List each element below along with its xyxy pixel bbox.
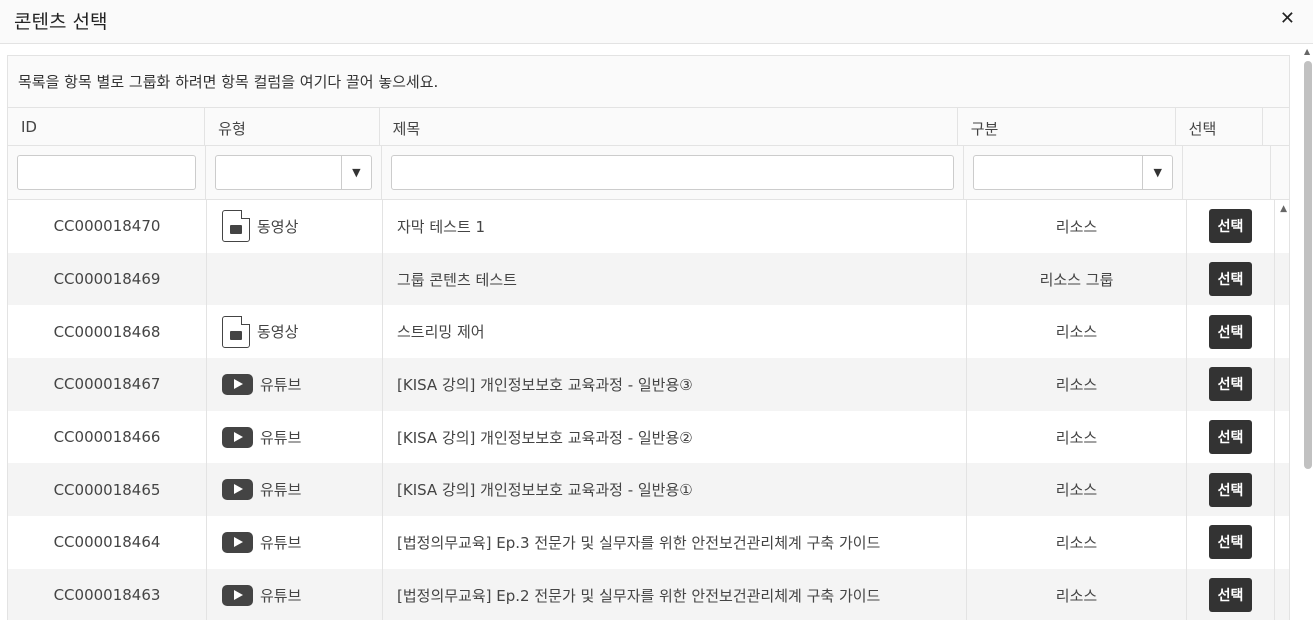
- chevron-down-icon[interactable]: ▼: [1142, 156, 1172, 189]
- dialog-header: 콘텐츠 선택 ✕: [0, 0, 1313, 44]
- select-button[interactable]: 선택: [1208, 262, 1253, 297]
- cell-id: CC000018466: [8, 410, 207, 464]
- column-header-select[interactable]: 선택: [1176, 108, 1263, 145]
- select-button[interactable]: 선택: [1208, 472, 1253, 507]
- youtube-icon: [222, 479, 253, 501]
- group-by-panel[interactable]: 목록을 항목 별로 그룹화 하려면 항목 컬럼을 여기다 끌어 놓으세요.: [8, 56, 1289, 108]
- cell-title: 그룹 콘텐츠 테스트: [383, 252, 967, 306]
- grid-filter-row: ▼ ▼: [8, 146, 1289, 200]
- type-label: 동영상: [257, 217, 299, 236]
- column-header-category[interactable]: 구분: [958, 108, 1176, 145]
- cell-id: CC000018463: [8, 568, 207, 620]
- cell-select: 선택: [1187, 516, 1275, 569]
- header-spacer: [1263, 108, 1289, 145]
- cell-type: 유튜브: [207, 516, 383, 569]
- select-button[interactable]: 선택: [1208, 578, 1253, 613]
- cell-type: 유튜브: [207, 410, 383, 464]
- type-label: 동영상: [257, 323, 299, 342]
- cell-title: [KISA 강의] 개인정보보호 교육과정 - 일반용①: [383, 463, 967, 517]
- video-file-icon: [222, 210, 250, 243]
- cell-select: 선택: [1187, 568, 1275, 620]
- id-filter-input[interactable]: [17, 155, 197, 190]
- cell-type: 유튜브: [207, 568, 383, 620]
- table-row[interactable]: CC000018464 유튜브 [법정의무교육] Ep.3 전문가 및 실무자를 위…: [8, 516, 1289, 569]
- cell-category: 리소스: [967, 516, 1187, 569]
- type-label: 유튜브: [260, 586, 302, 605]
- column-header-id[interactable]: ID: [8, 108, 206, 145]
- cell-id: CC000018467: [8, 358, 207, 411]
- table-row[interactable]: CC000018467 유튜브 [KISA 강의] 개인정보보호 교육과정 - 일반…: [8, 358, 1289, 411]
- cell-title: 자막 테스트 1: [383, 200, 967, 253]
- cell-category: 리소스 그룹: [967, 252, 1187, 306]
- scroll-up-arrow-icon[interactable]: ▲: [1304, 47, 1310, 56]
- page-scrollbar[interactable]: ▲: [1302, 45, 1313, 620]
- cell-id: CC000018468: [8, 305, 207, 359]
- select-button[interactable]: 선택: [1208, 209, 1253, 244]
- table-row[interactable]: CC000018465 유튜브 [KISA 강의] 개인정보보호 교육과정 - 일반…: [8, 463, 1289, 517]
- cell-id: CC000018469: [8, 252, 207, 306]
- select-button[interactable]: 선택: [1208, 367, 1253, 402]
- title-filter-input[interactable]: [390, 155, 954, 190]
- table-row[interactable]: CC000018463 유튜브 [법정의무교육] Ep.2 전문가 및 실무자를 위…: [8, 568, 1289, 620]
- cell-title: [법정의무교육] Ep.3 전문가 및 실무자를 위한 안전보건관리체계 구축 …: [383, 516, 967, 569]
- cell-type: [207, 252, 383, 306]
- cell-select: 선택: [1187, 200, 1275, 253]
- cell-category: 리소스: [967, 200, 1187, 253]
- table-row[interactable]: CC000018466 유튜브 [KISA 강의] 개인정보보호 교육과정 - 일반…: [8, 410, 1289, 464]
- type-label: 유튜브: [260, 375, 302, 394]
- select-button[interactable]: 선택: [1208, 525, 1253, 560]
- column-header-type[interactable]: 유형: [205, 108, 380, 145]
- cell-category: 리소스: [967, 410, 1187, 464]
- cell-id: CC000018464: [8, 516, 207, 569]
- select-button[interactable]: 선택: [1208, 314, 1253, 349]
- grid-header-row: ID 유형 제목 구분 선택: [8, 108, 1289, 146]
- cell-select: 선택: [1187, 463, 1275, 517]
- cell-category: 리소스: [967, 305, 1187, 359]
- cell-select: 선택: [1187, 410, 1275, 464]
- cell-title: 스트리밍 제어: [383, 305, 967, 359]
- content-grid: 목록을 항목 별로 그룹화 하려면 항목 컬럼을 여기다 끌어 놓으세요. ID…: [7, 55, 1290, 620]
- cell-title: [법정의무교육] Ep.2 전문가 및 실무자를 위한 안전보건관리체계 구축 …: [383, 568, 967, 620]
- cell-type: 동영상: [207, 200, 383, 253]
- type-label: 유튜브: [260, 428, 302, 447]
- type-label: 유튜브: [260, 481, 302, 500]
- table-row[interactable]: CC000018470 동영상 자막 테스트 1 리소스 선택: [8, 200, 1289, 253]
- cell-type: 동영상: [207, 305, 383, 359]
- type-label: 유튜브: [260, 533, 302, 552]
- cell-category: 리소스: [967, 463, 1187, 517]
- table-row[interactable]: CC000018468 동영상 스트리밍 제어 리소스 선택: [8, 305, 1289, 359]
- grid-body: ▲ CC000018470 동영상 자막 테스트 1 리소스 선택 CC000018469…: [8, 200, 1289, 620]
- chevron-down-icon[interactable]: ▼: [340, 156, 371, 189]
- scrollbar-thumb[interactable]: [1304, 61, 1312, 469]
- dialog-title: 콘텐츠 선택: [14, 11, 108, 33]
- youtube-icon: [222, 584, 253, 606]
- table-row[interactable]: CC000018469 그룹 콘텐츠 테스트 리소스 그룹 선택: [8, 252, 1289, 306]
- cell-id: CC000018465: [8, 463, 207, 517]
- cell-type: 유튜브: [207, 463, 383, 517]
- cell-id: CC000018470: [8, 200, 207, 253]
- type-filter-select[interactable]: ▼: [215, 155, 372, 190]
- cell-select: 선택: [1187, 252, 1275, 306]
- cell-title: [KISA 강의] 개인정보보호 교육과정 - 일반용③: [383, 358, 967, 411]
- youtube-icon: [222, 373, 253, 395]
- cell-category: 리소스: [967, 568, 1187, 620]
- close-icon[interactable]: ✕: [1280, 8, 1295, 29]
- category-filter-select[interactable]: ▼: [972, 155, 1174, 190]
- cell-select: 선택: [1187, 305, 1275, 359]
- cell-title: [KISA 강의] 개인정보보호 교육과정 - 일반용②: [383, 410, 967, 464]
- youtube-icon: [222, 531, 253, 553]
- cell-type: 유튜브: [207, 358, 383, 411]
- cell-category: 리소스: [967, 358, 1187, 411]
- youtube-icon: [222, 426, 253, 448]
- select-button[interactable]: 선택: [1208, 420, 1253, 455]
- video-file-icon: [222, 315, 250, 348]
- column-header-title[interactable]: 제목: [380, 108, 958, 145]
- cell-select: 선택: [1187, 358, 1275, 411]
